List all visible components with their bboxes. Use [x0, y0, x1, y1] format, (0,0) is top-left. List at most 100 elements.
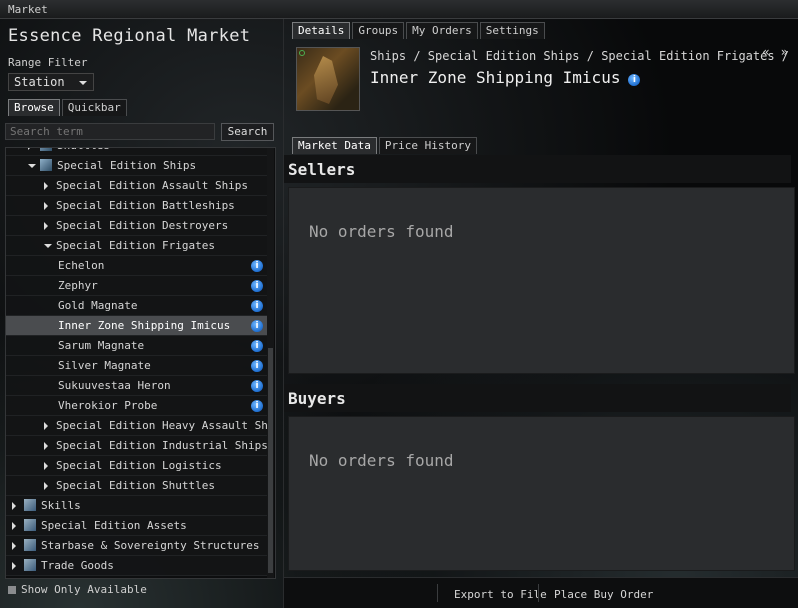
divider [437, 584, 438, 602]
info-icon[interactable]: i [251, 260, 263, 272]
chevron-right-icon[interactable] [12, 542, 16, 550]
bottom-action-bar: Export to File Place Buy Order [284, 577, 798, 608]
window-nav-arrows[interactable]: « » [762, 45, 790, 59]
tree-row-label: Special Edition Destroyers [56, 219, 229, 232]
market-browser-panel: Essence Regional Market Range Filter Sta… [0, 19, 280, 608]
tab-market-data[interactable]: Market Data [292, 137, 377, 154]
tab-settings[interactable]: Settings [479, 22, 545, 39]
tree-row-label: Silver Magnate [58, 359, 151, 372]
market-group-row[interactable]: Shuttles [6, 148, 267, 156]
market-item-row[interactable]: Vherokior Probe i [6, 396, 267, 416]
info-icon[interactable]: i [251, 340, 263, 352]
item-thumbnail[interactable] [296, 47, 360, 111]
chevron-right-icon[interactable] [44, 422, 48, 430]
sellers-orders-list[interactable]: No orders found [288, 187, 795, 374]
chevron-right-icon[interactable] [12, 502, 16, 510]
tree-row-label: Inner Zone Shipping Imicus [58, 319, 231, 332]
info-icon[interactable]: i [628, 74, 641, 86]
market-group-row[interactable]: Special Edition Destroyers [6, 216, 267, 236]
market-item-row[interactable]: Echelon i [6, 256, 267, 276]
chevron-down-icon[interactable] [28, 164, 36, 168]
chevron-right-icon[interactable] [44, 202, 48, 210]
tab-quickbar[interactable]: Quickbar [61, 99, 127, 116]
tab-groups[interactable]: Groups [352, 22, 405, 39]
market-data-tabs: Market Data Price History [292, 137, 477, 154]
ship-icon [314, 56, 338, 104]
market-group-row[interactable]: Special Edition Assets [6, 516, 267, 536]
tree-row-label: Vherokior Probe [58, 399, 158, 412]
item-name-row: Inner Zone Shipping Imicus i [370, 68, 641, 87]
group-icon [40, 159, 52, 171]
range-filter-select[interactable]: Station [8, 73, 94, 91]
market-item-row[interactable]: Silver Magnate i [6, 356, 267, 376]
search-button[interactable]: Search [221, 123, 274, 141]
sellers-header: Sellers [284, 155, 791, 183]
market-group-row[interactable]: Special Edition Heavy Assault Ships [6, 416, 275, 436]
market-group-row[interactable]: Special Edition Shuttles [6, 476, 267, 496]
export-to-file-button[interactable]: Export to File [454, 588, 547, 601]
place-buy-order-button[interactable]: Place Buy Order [554, 588, 653, 601]
market-details-panel: Details Groups My Orders Settings Ships … [283, 19, 798, 608]
market-group-row[interactable]: Special Edition Assault Ships [6, 176, 267, 196]
sellers-empty-text: No orders found [309, 222, 454, 241]
browse-tabs: Browse Quickbar [8, 99, 127, 116]
info-icon[interactable]: i [251, 300, 263, 312]
chevron-right-icon[interactable] [44, 482, 48, 490]
group-icon [24, 539, 36, 551]
market-item-row[interactable]: Sukuuvestaa Heron i [6, 376, 267, 396]
tab-my-orders[interactable]: My Orders [406, 22, 478, 39]
tree-row-label: Special Edition Shuttles [56, 479, 215, 492]
tree-row-label: Special Edition Industrial Ships [56, 439, 268, 452]
show-only-available-label: Show Only Available [21, 583, 147, 596]
market-group-row[interactable]: Special Edition Frigates [6, 236, 267, 256]
market-item-row[interactable]: Zephyr i [6, 276, 267, 296]
window-title: Market [8, 3, 48, 16]
range-filter-value: Station [14, 75, 65, 89]
market-item-row[interactable]: Sarum Magnate i [6, 336, 267, 356]
chevron-right-icon[interactable] [12, 522, 16, 530]
group-icon [40, 148, 52, 151]
market-group-row[interactable]: Special Edition Industrial Ships [6, 436, 268, 456]
chevron-right-icon[interactable] [44, 442, 48, 450]
chevron-right-icon[interactable] [44, 182, 48, 190]
chevron-right-icon[interactable] [28, 148, 32, 150]
tree-scrollbar[interactable] [267, 148, 274, 578]
chevron-down-icon[interactable] [44, 244, 52, 248]
tree-row-label: Skills [41, 499, 81, 512]
market-item-row[interactable]: Inner Zone Shipping Imicus i [6, 316, 267, 336]
tree-row-label: Shuttles [57, 148, 110, 156]
window-titlebar[interactable]: Market [0, 0, 798, 19]
buyers-title: Buyers [288, 389, 346, 408]
buyers-orders-list[interactable]: No orders found [288, 416, 795, 571]
market-group-tree[interactable]: Trade Goods Starbase & Sovereignty Struct… [5, 147, 276, 579]
tab-browse[interactable]: Browse [8, 99, 60, 116]
range-filter-label: Range Filter [8, 56, 88, 69]
market-group-row[interactable]: Special Edition Logistics [6, 456, 267, 476]
info-icon[interactable]: i [251, 400, 263, 412]
tree-scroll-thumb[interactable] [268, 348, 273, 573]
market-item-row[interactable]: Gold Magnate i [6, 296, 267, 316]
chevron-right-icon[interactable] [44, 222, 48, 230]
info-icon[interactable]: i [251, 320, 263, 332]
chevron-right-icon[interactable] [44, 462, 48, 470]
chevron-right-icon[interactable] [12, 562, 16, 570]
market-group-row[interactable]: Starbase & Sovereignty Structures [6, 536, 267, 556]
sellers-title: Sellers [288, 160, 356, 179]
group-icon [24, 559, 36, 571]
market-group-row[interactable]: Special Edition Ships [6, 156, 267, 176]
divider [538, 584, 539, 602]
show-only-available-checkbox[interactable]: Show Only Available [8, 583, 147, 596]
tab-details[interactable]: Details [292, 22, 351, 39]
tree-row-label: Special Edition Logistics [56, 459, 222, 472]
market-group-row[interactable]: Skills [6, 496, 267, 516]
market-group-row[interactable]: Trade Goods [6, 556, 267, 576]
search-input[interactable] [5, 123, 215, 140]
market-group-row[interactable]: Special Edition Battleships [6, 196, 267, 216]
tree-row-label: Special Edition Frigates [56, 239, 215, 252]
breadcrumb[interactable]: Ships / Special Edition Ships / Special … [370, 49, 789, 63]
tab-price-history[interactable]: Price History [378, 137, 477, 154]
tree-row-label: Gold Magnate [58, 299, 138, 312]
info-icon[interactable]: i [251, 380, 263, 392]
info-icon[interactable]: i [251, 280, 263, 292]
info-icon[interactable]: i [251, 360, 263, 372]
